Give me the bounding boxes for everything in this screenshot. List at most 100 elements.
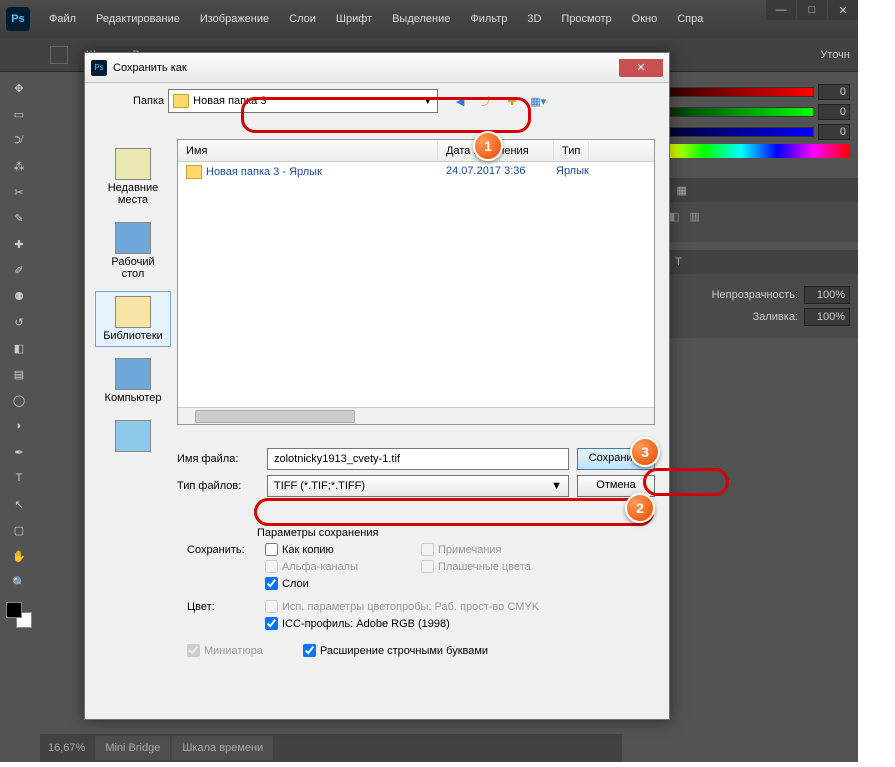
places-bar: Недавние места Рабочий стол Библиотеки К… [95, 143, 171, 459]
menu-file[interactable]: Файл [40, 9, 85, 29]
opacity-label: Непрозрачность: [712, 289, 798, 301]
place-label: Недавние места [100, 182, 166, 206]
save-label: Сохранить: [187, 544, 259, 556]
hand-tool-icon[interactable]: ✋ [5, 544, 33, 568]
eyedropper-tool-icon[interactable]: ✎ [5, 206, 33, 230]
menu-layer[interactable]: Слои [280, 9, 325, 29]
photoshop-window: Ps Файл Редактирование Изображение Слои … [0, 0, 858, 762]
dialog-titlebar[interactable]: Ps Сохранить как ✕ [85, 53, 669, 83]
menu-image[interactable]: Изображение [191, 9, 278, 29]
fill-value[interactable]: 100% [804, 308, 850, 326]
tab-timeline[interactable]: Шкала времени [172, 736, 273, 760]
folder-combo[interactable]: Новая папка 3 ▼ [168, 89, 438, 113]
place-desktop[interactable]: Рабочий стол [95, 217, 171, 285]
wand-tool-icon[interactable]: ⁂ [5, 154, 33, 178]
dodge-tool-icon[interactable]: ◗ [5, 414, 33, 438]
color-label: Цвет: [187, 601, 259, 613]
opts-title: Параметры сохранения [257, 527, 655, 539]
blue-value[interactable]: 0 [818, 124, 850, 140]
fill-label: Заливка: [753, 311, 798, 323]
place-recent[interactable]: Недавние места [95, 143, 171, 211]
menu-3d[interactable]: 3D [518, 9, 550, 29]
menu-window[interactable]: Окно [623, 9, 667, 29]
place-libraries[interactable]: Библиотеки [95, 291, 171, 347]
badge-2: 2 [625, 493, 655, 523]
stamp-tool-icon[interactable]: ⚉ [5, 284, 33, 308]
menu-select[interactable]: Выделение [383, 9, 459, 29]
new-folder-icon[interactable]: ✚ [502, 91, 522, 111]
file-list[interactable]: Имя Дата изменения Тип Новая папка 3 - Я… [177, 139, 655, 425]
chk-layers[interactable]: Слои [265, 577, 415, 590]
place-network[interactable] [95, 415, 171, 459]
place-label: Библиотеки [100, 330, 166, 342]
history-brush-icon[interactable]: ↺ [5, 310, 33, 334]
heal-tool-icon[interactable]: ✚ [5, 232, 33, 256]
path-tool-icon[interactable]: ↖ [5, 492, 33, 516]
chk-thumbnail: Миниатюра [187, 644, 263, 657]
h-scrollbar[interactable] [178, 407, 654, 424]
menu-help[interactable]: Спра [668, 9, 712, 29]
opacity-value[interactable]: 100% [804, 286, 850, 304]
fg-bg-colors[interactable] [6, 602, 32, 628]
pen-tool-icon[interactable]: ✒ [5, 440, 33, 464]
zoom-value[interactable]: 16,67% [40, 742, 93, 754]
close-button[interactable]: ✕ [828, 0, 858, 20]
menu-type[interactable]: Шрифт [327, 9, 381, 29]
adj-icon[interactable]: ▥ [689, 210, 699, 223]
type-tool-icon[interactable]: T [5, 466, 33, 490]
refine-button[interactable]: Уточн [820, 49, 850, 61]
folder-icon [186, 165, 202, 179]
back-icon[interactable]: ◀ [450, 91, 470, 111]
brush-tool-icon[interactable]: ✐ [5, 258, 33, 282]
filetype-combo[interactable]: TIFF (*.TIF;*.TIFF) ▼ [267, 475, 569, 497]
dialog-title: Сохранить как [113, 62, 187, 74]
up-icon[interactable]: ⤴ [476, 91, 496, 111]
file-row[interactable]: Новая папка 3 - Ярлык 24.07.2017 3:36 Яр… [178, 162, 654, 182]
menu-edit[interactable]: Редактирование [87, 9, 189, 29]
folder-label: Папка [133, 95, 164, 107]
marquee-tool-icon[interactable]: ▭ [5, 102, 33, 126]
chk-lc-ext[interactable]: Расширение строчными буквами [303, 644, 488, 657]
chevron-down-icon: ▼ [422, 95, 433, 107]
view-menu-icon[interactable]: ▦▾ [528, 91, 548, 111]
highlight-2 [254, 498, 654, 526]
eraser-tool-icon[interactable]: ◧ [5, 336, 33, 360]
lasso-tool-icon[interactable]: ⟉ [5, 128, 33, 152]
col-name[interactable]: Имя [178, 142, 438, 160]
chevron-down-icon: ▼ [551, 480, 562, 492]
adj-icon[interactable]: ◧ [669, 210, 679, 223]
tool-preset-icon[interactable] [50, 46, 68, 64]
place-computer[interactable]: Компьютер [95, 353, 171, 409]
tab-icon[interactable]: ▦ [677, 184, 687, 197]
file-name: Новая папка 3 - Ярлык [206, 166, 322, 178]
type-icon[interactable]: T [675, 256, 682, 268]
dialog-close-button[interactable]: ✕ [619, 59, 663, 77]
menu-filter[interactable]: Фильтр [461, 9, 516, 29]
filename-input[interactable] [267, 448, 569, 470]
green-value[interactable]: 0 [818, 104, 850, 120]
maximize-button[interactable]: □ [797, 0, 827, 20]
place-label: Рабочий стол [100, 256, 166, 280]
bottom-bar: 16,67% Mini Bridge Шкала времени [40, 734, 622, 762]
zoom-tool-icon[interactable]: 🔍 [5, 570, 33, 594]
folder-name: Новая папка 3 [193, 95, 266, 107]
tab-minibridge[interactable]: Mini Bridge [95, 736, 170, 760]
filetype-value: TIFF (*.TIF;*.TIFF) [274, 480, 365, 492]
badge-1: 1 [473, 131, 503, 161]
scroll-thumb[interactable] [195, 410, 355, 423]
col-type[interactable]: Тип [554, 142, 589, 160]
gradient-tool-icon[interactable]: ▤ [5, 362, 33, 386]
chk-proof: Исп. параметры цветопробы: Раб. прост-во… [265, 600, 601, 613]
chk-as-copy[interactable]: Как копию [265, 543, 415, 556]
ps-small-icon: Ps [91, 60, 107, 76]
blur-tool-icon[interactable]: ◯ [5, 388, 33, 412]
move-tool-icon[interactable]: ✥ [5, 76, 33, 100]
chk-icc[interactable]: ICC-профиль: Adobe RGB (1998) [265, 617, 601, 630]
red-value[interactable]: 0 [818, 84, 850, 100]
menu-view[interactable]: Просмотр [552, 9, 620, 29]
shape-tool-icon[interactable]: ▢ [5, 518, 33, 542]
file-list-header: Имя Дата изменения Тип [178, 140, 654, 162]
badge-3: 3 [630, 437, 660, 467]
minimize-button[interactable]: — [766, 0, 796, 20]
crop-tool-icon[interactable]: ✂ [5, 180, 33, 204]
